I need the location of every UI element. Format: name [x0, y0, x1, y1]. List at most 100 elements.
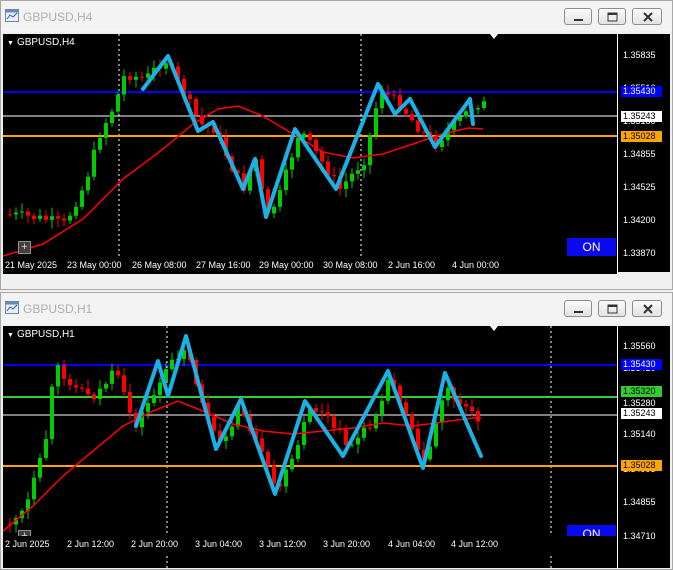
candle-body: [26, 211, 30, 216]
on-button[interactable]: ON: [567, 238, 616, 256]
candle-body: [116, 94, 120, 112]
price-label: 1.33870: [623, 248, 656, 258]
candle-body: [164, 63, 168, 69]
candle-body: [146, 73, 150, 78]
time-label: 2 Jun 20:00: [131, 539, 179, 549]
candle-body: [314, 408, 318, 412]
candle-body: [80, 190, 84, 207]
h1-chart-area[interactable]: ▼GBPUSD,H1 + ON 1.35560 1.35420 1.35280 …: [3, 326, 670, 568]
close-button[interactable]: [632, 8, 662, 25]
candle-body: [386, 379, 390, 401]
restore-button[interactable]: [598, 8, 626, 25]
blue-level-tag: 1.35430: [621, 359, 662, 370]
candle-body: [446, 387, 450, 401]
candle-body: [476, 108, 480, 110]
h1-price-plot[interactable]: [3, 326, 617, 568]
candle-body: [296, 445, 300, 459]
price-axis[interactable]: 1.35835 1.35510 1.35180 1.34855 1.34525 …: [617, 34, 670, 272]
candle-body: [32, 215, 36, 219]
minimize-icon: [574, 19, 583, 21]
dropdown-arrow-icon[interactable]: ▼: [7, 40, 14, 47]
price-label: 1.35835: [623, 50, 656, 60]
current-price-tag: 1.35243: [621, 111, 662, 122]
h4-chart-area[interactable]: ▼GBPUSD,H4 + ON 1.35835 1.35510 1.35180 …: [3, 34, 670, 272]
candle-body: [116, 370, 120, 376]
time-axis: 2 Jun 2025 2 Jun 12:00 2 Jun 20:00 3 Jun…: [3, 536, 617, 553]
candle-body: [122, 375, 126, 392]
minimize-icon: [574, 311, 583, 313]
candle-body: [74, 206, 78, 216]
price-label: 1.34855: [623, 497, 656, 507]
time-label: 4 Jun 00:00: [452, 260, 500, 270]
candle-body: [68, 378, 72, 386]
candle-body: [74, 385, 78, 388]
time-label: 3 Jun 04:00: [195, 539, 243, 549]
candle-body: [68, 215, 72, 221]
candle-body: [332, 416, 336, 428]
current-price-tag: 1.35243: [621, 408, 662, 419]
chart-window-icon: [5, 301, 19, 314]
restore-icon: [607, 304, 618, 314]
restore-button[interactable]: [598, 300, 626, 317]
time-label: 2 Jun 2025: [5, 539, 50, 549]
time-label: 29 May 00:00: [259, 260, 314, 270]
candle-body: [80, 387, 84, 389]
time-label: 2 Jun 16:00: [388, 260, 436, 270]
candle-body: [296, 137, 300, 158]
candle-body: [62, 218, 66, 221]
time-label: 4 Jun 12:00: [451, 539, 499, 549]
candle-body: [284, 169, 288, 191]
candle-body: [374, 108, 378, 136]
candle-body: [320, 411, 324, 413]
candle-body: [50, 216, 54, 220]
candle-body: [392, 94, 396, 96]
minimize-button[interactable]: [564, 300, 592, 317]
window-title: GBPUSD,H1: [23, 302, 93, 316]
price-label: 1.34525: [623, 182, 656, 192]
chart-shift-marker-icon: [490, 34, 498, 39]
restore-icon: [607, 12, 618, 22]
candle-body: [134, 76, 138, 80]
price-label: 1.34710: [623, 531, 656, 541]
h4-chart-window[interactable]: GBPUSD,H4 ▼GBPUSD,H4 + ON 1.35835 1.3551…: [0, 0, 673, 290]
candle-body: [62, 365, 66, 379]
candle-body: [344, 181, 348, 189]
price-label: 1.35140: [623, 429, 656, 439]
candle-body: [194, 99, 198, 116]
h4-title-bar[interactable]: GBPUSD,H4: [1, 1, 672, 31]
h1-title-bar[interactable]: GBPUSD,H1: [1, 293, 672, 323]
minimize-button[interactable]: [564, 8, 592, 25]
crosshair-icon[interactable]: +: [18, 241, 31, 254]
candle-body: [356, 170, 360, 174]
candle-body: [380, 400, 384, 416]
candle-body: [56, 365, 60, 387]
orange-level-tag: 1.35028: [621, 460, 662, 471]
candle-body: [326, 412, 330, 417]
candle-body: [416, 120, 420, 132]
window-title: GBPUSD,H4: [23, 10, 93, 24]
price-label: 1.34855: [623, 149, 656, 159]
candle-body: [14, 212, 18, 215]
close-icon: [643, 12, 653, 22]
candle-body: [122, 76, 126, 95]
candle-body: [38, 215, 42, 219]
candle-body: [308, 133, 312, 140]
symbol-label-text: GBPUSD,H4: [16, 37, 75, 48]
price-axis[interactable]: 1.35560 1.35420 1.35280 1.35140 1.34995 …: [617, 326, 670, 568]
dropdown-arrow-icon[interactable]: ▼: [7, 332, 14, 339]
time-label: 21 May 2025: [5, 260, 58, 270]
candle-body: [8, 214, 12, 216]
candle-body: [146, 403, 150, 412]
h1-chart-window[interactable]: GBPUSD,H1 ▼GBPUSD,H1 + ON 1.35560 1.3542…: [0, 292, 673, 570]
h4-price-plot[interactable]: [3, 34, 617, 272]
time-axis: 21 May 2025 23 May 00:00 26 May 08:00 27…: [3, 257, 617, 274]
candle-body: [56, 216, 60, 219]
close-button[interactable]: [632, 300, 662, 317]
candle-body: [224, 436, 228, 442]
candle-body: [344, 429, 348, 446]
candle-body: [110, 111, 114, 124]
candle-body: [98, 137, 102, 150]
symbol-label: ▼ GBPUSD,H4: [7, 37, 75, 48]
candle-body: [278, 190, 282, 207]
price-label: 1.35560: [623, 341, 656, 351]
